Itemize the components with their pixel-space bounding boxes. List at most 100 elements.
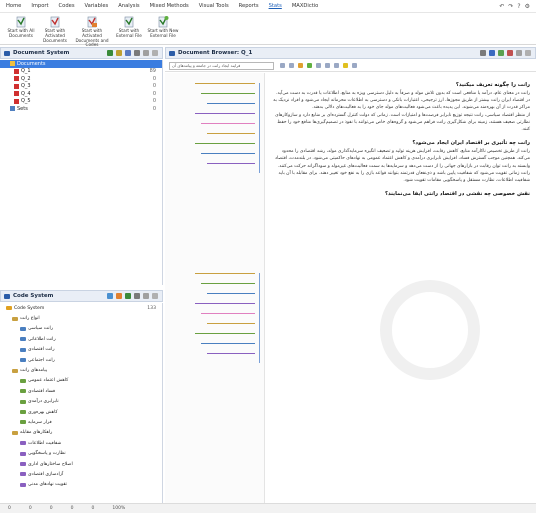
coding-stripe[interactable] [207, 103, 255, 104]
code-item[interactable]: انواع رانت [0, 313, 162, 323]
gear-icon[interactable] [143, 50, 149, 56]
menu-codes[interactable]: Codes [59, 3, 75, 9]
memo-insert-icon[interactable] [316, 63, 321, 68]
start-new-external-file-button[interactable]: Start with New External File [146, 13, 180, 45]
menu-import[interactable]: Import [31, 3, 48, 9]
document-item[interactable]: Q_2 0 [0, 75, 162, 83]
coding-stripe[interactable] [195, 113, 255, 114]
search-icon[interactable] [134, 50, 140, 56]
code-item[interactable]: نابرابری درآمدی [0, 397, 162, 407]
filter-icon[interactable] [125, 50, 131, 56]
code-item[interactable]: آزادسازی اقتصادی [0, 469, 162, 479]
sort-icon[interactable] [116, 50, 122, 56]
close-icon[interactable] [152, 50, 158, 56]
menu-mixed-methods[interactable]: Mixed Methods [150, 3, 189, 9]
code-item[interactable]: رانت سیاسی [0, 324, 162, 334]
documents-root[interactable]: Documents [0, 60, 162, 68]
code-item[interactable]: رانت اقتصادی [0, 345, 162, 355]
menu-stats[interactable]: Stats [269, 3, 282, 9]
browser-gear-icon[interactable] [516, 50, 522, 56]
coding-stripe[interactable] [207, 163, 255, 164]
start-external-file-button[interactable]: Start with External File [112, 13, 146, 45]
start-activated-codes-button[interactable]: Start with Activated Documents and Codes [72, 13, 112, 47]
coding-stripe[interactable] [201, 283, 255, 284]
code-item[interactable]: کاهش اعتماد عمومی [0, 376, 162, 386]
coding-stripe[interactable] [195, 83, 255, 84]
code-system-root[interactable]: Code System 133 [0, 303, 162, 313]
emoticode-icon[interactable] [307, 63, 312, 68]
code-item[interactable]: فساد اقتصادی [0, 386, 162, 396]
undo-icon[interactable]: ↶ [499, 3, 504, 10]
code-label: فرار سرمایه [28, 419, 52, 425]
code-item[interactable]: شفافیت اطلاعات [0, 438, 162, 448]
help-icon[interactable]: ? [517, 3, 520, 10]
menu-maxdictio[interactable]: MAXDictio [292, 3, 319, 9]
answer-paragraph[interactable]: از منظر اقتصاد سیاسی، رانت نتیجه توزیع ن… [271, 112, 530, 134]
code-item[interactable]: تقویت نهادهای مدنی [0, 480, 162, 490]
coding-stripe[interactable] [201, 153, 255, 154]
answer-paragraph[interactable]: رانت در معنای عام، درآمد یا منافعی است ک… [271, 90, 530, 112]
start-all-documents-button[interactable]: Start with All Documents [4, 13, 38, 45]
browser-search-icon[interactable] [480, 50, 486, 56]
code-item[interactable]: رانت اجتماعی [0, 355, 162, 365]
coding-stripe[interactable] [201, 93, 255, 94]
document-item[interactable]: Q_1 89 [0, 68, 162, 76]
document-selector[interactable]: فرایند ایجاد رانت در جامعه و پیامدهای آن [169, 61, 274, 70]
code-item[interactable]: فرار سرمایه [0, 417, 162, 427]
activate-icon[interactable] [107, 50, 113, 56]
menu-home[interactable]: Home [6, 3, 21, 9]
coding-stripe[interactable] [207, 133, 255, 134]
document-item[interactable]: Q_4 0 [0, 90, 162, 98]
answer-paragraph[interactable]: رانت زمانی تقویت می‌شود که شفافیت پایین … [271, 170, 530, 184]
browser-close-icon[interactable] [525, 50, 531, 56]
color-icon[interactable] [116, 293, 122, 299]
new-code-icon[interactable] [107, 293, 113, 299]
link-icon[interactable] [325, 63, 330, 68]
code-search-icon[interactable] [134, 293, 140, 299]
coding-stripe[interactable] [207, 353, 255, 354]
export-icon[interactable] [498, 50, 504, 56]
folder-icon [10, 61, 15, 67]
coding-stripe[interactable] [195, 143, 255, 144]
star-icon[interactable] [343, 63, 348, 68]
code-item[interactable]: نظارت و پاسخگویی [0, 448, 162, 458]
undo-code-icon[interactable] [334, 63, 339, 68]
menu-analysis[interactable]: Analysis [118, 3, 139, 9]
sets-item[interactable]: Sets 0 [0, 105, 162, 113]
document-item[interactable]: Q_3 0 [0, 83, 162, 91]
menu-reports[interactable]: Reports [239, 3, 259, 9]
coding-stripe[interactable] [195, 303, 255, 304]
code-close-icon[interactable] [152, 293, 158, 299]
code-item[interactable]: کاهش بهره‌وری [0, 407, 162, 417]
coding-stripe[interactable] [201, 123, 255, 124]
activate-codes-icon[interactable] [125, 293, 131, 299]
menu-visual-tools[interactable]: Visual Tools [199, 3, 229, 9]
answer-paragraph[interactable]: رانت از طریق تخصیص ناکارآمد منابع، کاهش … [271, 148, 530, 170]
highlight-icon[interactable] [280, 63, 285, 68]
coding-stripe[interactable] [207, 323, 255, 324]
code-item[interactable]: پیامدهای رانت [0, 365, 162, 375]
coding-stripe[interactable] [201, 343, 255, 344]
code-item[interactable]: اصلاح ساختارهای اداری [0, 459, 162, 469]
coding-stripe[interactable] [195, 333, 255, 334]
print-icon[interactable] [489, 50, 495, 56]
coding-bracket[interactable] [259, 83, 260, 173]
settings-icon[interactable]: ⚙ [525, 3, 530, 10]
document-text[interactable]: رانت را چگونه تعریف میکنید؟ رانت در معنای… [267, 73, 536, 503]
code-icon[interactable] [289, 63, 294, 68]
code-gear-icon[interactable] [143, 293, 149, 299]
coding-stripe[interactable] [201, 313, 255, 314]
memo-icon[interactable] [507, 50, 513, 56]
code-item[interactable]: راهکارهای مقابله [0, 428, 162, 438]
start-activated-documents-button[interactable]: Start with Activated Documents [38, 13, 72, 45]
redo-icon[interactable]: ↷ [508, 3, 513, 10]
menu-variables[interactable]: Variables [85, 3, 109, 9]
document-item[interactable]: Q_5 0 [0, 98, 162, 106]
color-code-icon[interactable] [298, 63, 303, 68]
flag-icon[interactable] [352, 63, 357, 68]
coding-stripe[interactable] [195, 273, 255, 274]
coding-stripe[interactable] [207, 293, 255, 294]
menu-bar: Home Import Codes Variables Analysis Mix… [0, 0, 536, 13]
code-item[interactable]: رانت اطلاعاتی [0, 334, 162, 344]
coding-bracket[interactable] [259, 273, 260, 363]
